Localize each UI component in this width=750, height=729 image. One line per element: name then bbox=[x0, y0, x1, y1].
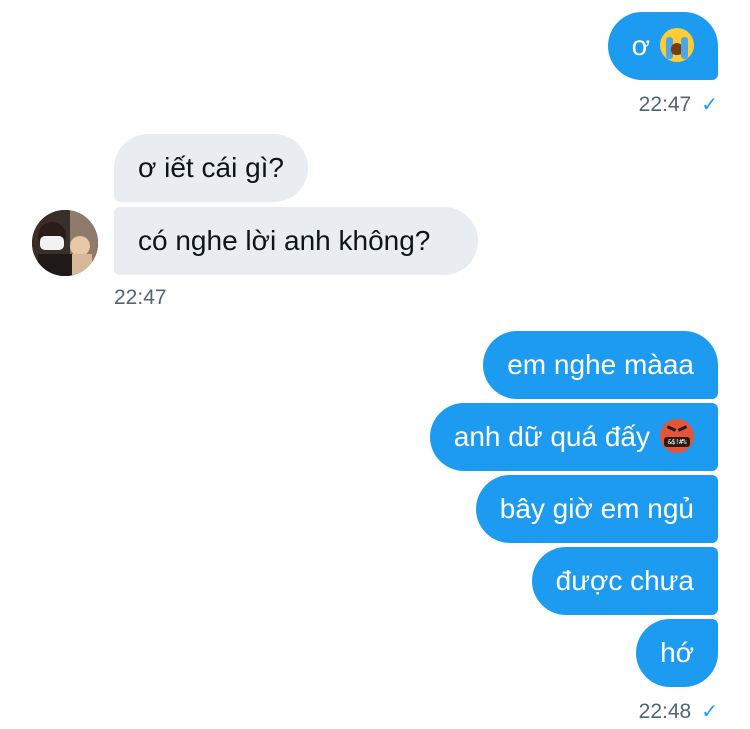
message-text: có nghe lời anh không? bbox=[138, 225, 431, 256]
message-bubble-sent[interactable]: được chưa bbox=[531, 547, 718, 615]
message-bubble-sent[interactable]: bây giờ em ngủ bbox=[475, 475, 718, 543]
message-bubble-received[interactable]: có nghe lời anh không? bbox=[114, 207, 478, 275]
avatar[interactable] bbox=[32, 210, 98, 276]
loudly-crying-face-icon bbox=[660, 27, 694, 62]
message-bubble-sent[interactable]: anh dữ quá đấy &$!#% bbox=[429, 403, 718, 471]
message-bubble-received[interactable]: ơ iết cái gì? bbox=[114, 134, 308, 202]
message-text: ơ bbox=[631, 30, 650, 61]
message-meta: 22:48 ✓ bbox=[639, 699, 718, 724]
message-text: anh dữ quá đấy bbox=[453, 421, 650, 452]
message-bubble-sent[interactable]: hớ bbox=[636, 619, 718, 687]
timestamp: 22:47 bbox=[638, 93, 692, 116]
message-text: hớ bbox=[660, 637, 694, 668]
check-icon: ✓ bbox=[701, 701, 718, 723]
message-text: em nghe màaa bbox=[507, 349, 694, 380]
timestamp: 22:47 bbox=[114, 286, 167, 309]
avatar-photo bbox=[32, 210, 98, 276]
message-meta: 22:47 ✓ bbox=[639, 92, 718, 117]
message-text: bây giờ em ngủ bbox=[499, 493, 694, 524]
face-with-symbols-on-mouth-icon: &$!#% bbox=[660, 418, 694, 453]
message-bubble-sent[interactable]: ơ bbox=[607, 12, 718, 80]
message-text: ơ iết cái gì? bbox=[138, 152, 284, 183]
message-text: được chưa bbox=[555, 565, 694, 596]
timestamp: 22:48 bbox=[638, 700, 692, 723]
check-icon: ✓ bbox=[701, 94, 718, 116]
message-bubble-sent[interactable]: em nghe màaa bbox=[483, 331, 718, 399]
